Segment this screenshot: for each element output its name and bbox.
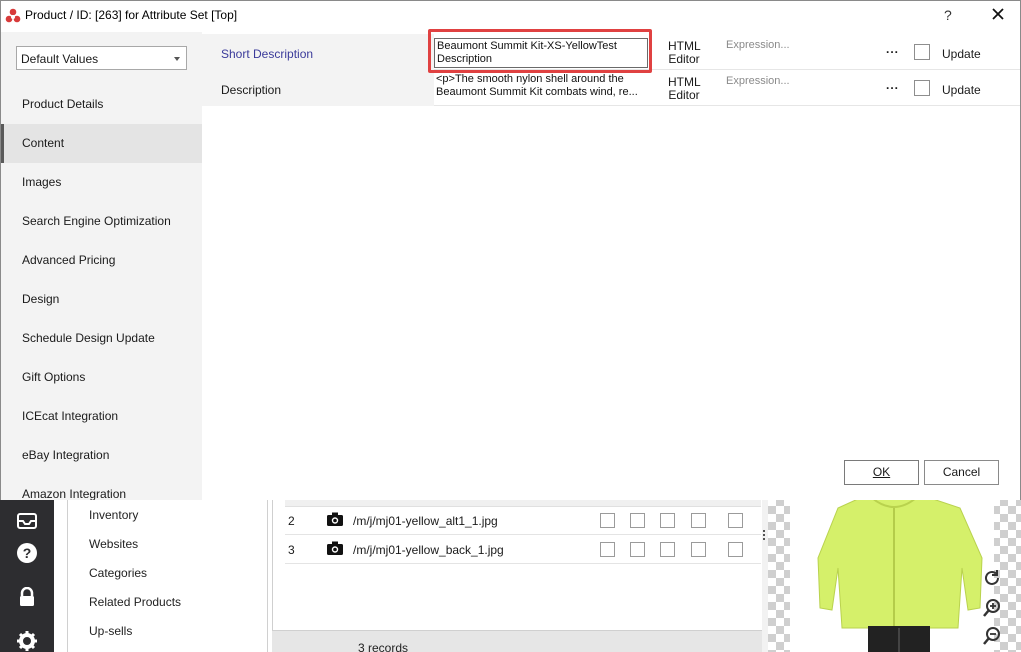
help-circle-icon[interactable]: ? — [16, 542, 38, 564]
section-sidebar: Default Values Product Details Content I… — [1, 32, 202, 500]
more-options-button[interactable]: ... — [886, 78, 899, 92]
chevron-down-icon — [174, 57, 180, 61]
exclude-checkbox[interactable] — [728, 513, 743, 528]
dialog-title: Product / ID: [263] for Attribute Set [T… — [25, 8, 238, 22]
product-sections-list: Inventory Websites Categories Related Pr… — [68, 498, 268, 652]
section-websites[interactable]: Websites — [89, 537, 138, 551]
base-checkbox[interactable] — [600, 542, 615, 557]
sidebar-item-ebay-integration[interactable]: eBay Integration — [1, 436, 202, 475]
sidebar-item-icecat-integration[interactable]: ICEcat Integration — [1, 397, 202, 436]
help-button[interactable]: ? — [944, 7, 952, 23]
preview-canvas — [790, 498, 994, 652]
records-count: 3 records — [358, 641, 409, 652]
sidebar-item-seo[interactable]: Search Engine Optimization — [1, 202, 202, 241]
section-up-sells[interactable]: Up-sells — [89, 624, 132, 638]
zoom-in-icon[interactable] — [982, 598, 1002, 618]
row-number: 3 — [288, 543, 295, 557]
grid-footer: 3 records — [272, 630, 762, 652]
row-number: 2 — [288, 514, 295, 528]
section-related-products[interactable]: Related Products — [89, 595, 181, 609]
section-inventory[interactable]: Inventory — [89, 508, 138, 522]
cancel-button[interactable]: Cancel — [924, 460, 999, 485]
content-panel: Short Description Beaumont Summit Kit-XS… — [202, 32, 1020, 500]
app-left-toolbar: ? — [0, 498, 54, 652]
attribute-label: Short Description — [202, 34, 434, 70]
camera-icon — [327, 512, 343, 526]
store-view-value: Default Values — [21, 52, 99, 66]
sidebar-item-label: Content — [22, 136, 65, 150]
close-icon[interactable] — [990, 6, 1006, 22]
image-preview — [768, 498, 1021, 652]
sidebar-item-label: Product Details — [22, 97, 104, 111]
jacket-image — [817, 498, 983, 652]
image-path: /m/j/mj01-yellow_back_1.jpg — [353, 543, 504, 557]
inbox-icon[interactable] — [16, 510, 38, 532]
thumbnail-checkbox[interactable] — [660, 513, 675, 528]
gear-icon[interactable] — [16, 630, 38, 652]
sidebar-item-gift-options[interactable]: Gift Options — [1, 358, 202, 397]
expression-field[interactable]: Expression... — [726, 75, 790, 87]
swatch-checkbox[interactable] — [691, 542, 706, 557]
sidebar-item-label: eBay Integration — [22, 448, 110, 462]
update-label: Update — [942, 83, 981, 97]
app-logo-icon — [5, 8, 21, 24]
table-row[interactable]: 2 /m/j/mj01-yellow_alt1_1.jpg — [285, 506, 761, 535]
base-checkbox[interactable] — [600, 513, 615, 528]
attribute-label-text: Description — [221, 83, 282, 97]
html-editor-link[interactable]: HTML Editor — [668, 40, 701, 66]
svg-text:?: ? — [23, 545, 32, 561]
thumbnail-checkbox[interactable] — [660, 542, 675, 557]
rotate-icon[interactable] — [982, 568, 1002, 588]
update-checkbox[interactable] — [914, 80, 930, 96]
attribute-row-description: Description <p>The smooth nylon shell ar… — [202, 70, 1020, 106]
ok-label: OK — [872, 465, 891, 479]
sidebar-item-label: Images — [22, 175, 62, 189]
more-options-button[interactable]: ... — [886, 42, 899, 56]
attribute-label: Description — [202, 70, 434, 106]
sidebar-item-label: Schedule Design Update — [22, 331, 155, 345]
section-categories[interactable]: Categories — [89, 566, 147, 580]
sidebar-item-label: Gift Options — [22, 370, 86, 384]
images-grid: 2 /m/j/mj01-yellow_alt1_1.jpg 3 /m/j/mj0… — [272, 498, 762, 652]
sidebar-item-advanced-pricing[interactable]: Advanced Pricing — [1, 241, 202, 280]
sidebar-item-amazon-integration[interactable]: Amazon Integration — [1, 475, 202, 500]
splitter-grip-icon — [763, 530, 766, 540]
app-nav-strip — [54, 498, 68, 652]
expression-field[interactable]: Expression... — [726, 39, 790, 51]
sidebar-item-label: Advanced Pricing — [22, 253, 116, 267]
update-label: Update — [942, 47, 981, 61]
attribute-label-text: Short Description — [221, 47, 314, 61]
product-edit-dialog: Product / ID: [263] for Attribute Set [T… — [0, 0, 1021, 500]
table-row[interactable]: 3 /m/j/mj01-yellow_back_1.jpg — [285, 535, 761, 564]
sidebar-item-images[interactable]: Images — [1, 163, 202, 202]
sidebar-item-label: Search Engine Optimization — [22, 214, 171, 228]
lock-icon[interactable] — [16, 586, 38, 608]
html-editor-link[interactable]: HTML Editor — [668, 76, 701, 102]
ok-button[interactable]: OK — [844, 460, 919, 485]
description-value[interactable]: <p>The smooth nylon shell around the Bea… — [434, 73, 648, 103]
sidebar-item-content[interactable]: Content — [1, 124, 202, 163]
annotation-highlight-box — [428, 29, 652, 73]
zoom-out-icon[interactable] — [982, 626, 1002, 646]
update-checkbox[interactable] — [914, 44, 930, 60]
sidebar-item-label: Amazon Integration — [22, 487, 127, 500]
store-view-select[interactable]: Default Values — [16, 46, 187, 70]
image-path: /m/j/mj01-yellow_alt1_1.jpg — [353, 514, 498, 528]
exclude-checkbox[interactable] — [728, 542, 743, 557]
sidebar-item-label: ICEcat Integration — [22, 409, 119, 423]
camera-icon — [327, 541, 343, 555]
sidebar-item-design[interactable]: Design — [1, 280, 202, 319]
small-checkbox[interactable] — [630, 513, 645, 528]
sidebar-item-label: Design — [22, 292, 60, 306]
dialog-titlebar: Product / ID: [263] for Attribute Set [T… — [1, 1, 1020, 32]
small-checkbox[interactable] — [630, 542, 645, 557]
sidebar-item-product-details[interactable]: Product Details — [1, 85, 202, 124]
sidebar-item-schedule-design-update[interactable]: Schedule Design Update — [1, 319, 202, 358]
swatch-checkbox[interactable] — [691, 513, 706, 528]
